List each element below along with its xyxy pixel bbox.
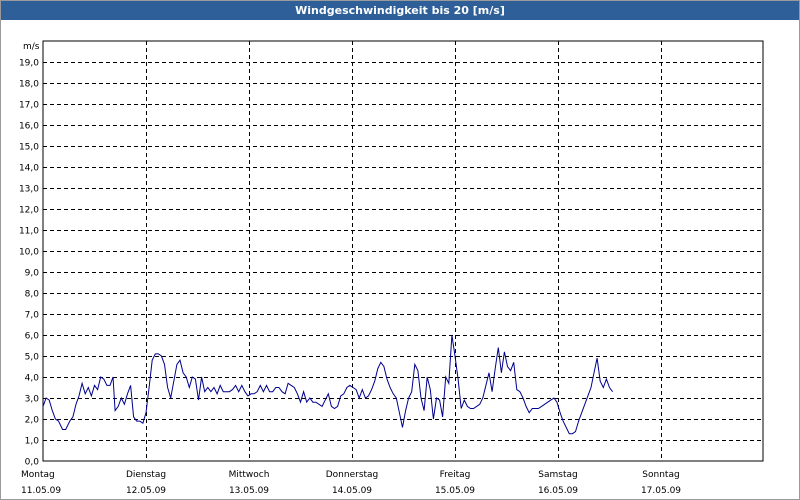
- y-tick-label: 15,0: [19, 143, 39, 153]
- x-tick-label-day: Samstag: [538, 470, 577, 480]
- chart-window: Windgeschwindigkeit bis 20 [m/s] 0,0 1,0 2…: [0, 0, 800, 500]
- x-tick-label-day: Montag: [21, 470, 55, 480]
- y-tick-label: 0,0: [25, 458, 40, 468]
- y-tick-label: 12,0: [19, 206, 39, 216]
- y-tick-label: 17,0: [19, 101, 39, 111]
- series-line-wind-speed: [42, 334, 614, 435]
- x-tick-label-day: Mittwoch: [229, 470, 270, 480]
- y-tick-label: 18,0: [19, 80, 39, 90]
- y-tick-label: 2,0: [25, 416, 40, 426]
- y-tick-label: 19,0: [19, 59, 39, 69]
- x-tick-label-date: 16.05.09: [538, 486, 578, 496]
- y-tick-label: 13,0: [19, 185, 39, 195]
- x-tick-label-date: 14.05.09: [332, 486, 372, 496]
- y-axis-label: m/s: [23, 42, 40, 52]
- y-tick-label: 11,0: [19, 227, 39, 237]
- x-tick-label-day: Freitag: [440, 470, 471, 480]
- y-tick-label: 10,0: [19, 248, 39, 258]
- y-tick-label: 9,0: [25, 269, 40, 279]
- grid: [42, 40, 764, 462]
- x-tick-label-day: Donnerstag: [326, 470, 379, 480]
- y-axis-tick-labels: 0,0 1,0 2,0 3,0 4,0 5,0 6,0 7,0 8,0 9,0 10,0 11,0 12…: [19, 59, 39, 468]
- y-tick-label: 8,0: [25, 290, 40, 300]
- x-tick-label-date: 12.05.09: [126, 486, 166, 496]
- y-tick-label: 6,0: [25, 332, 40, 342]
- y-tick-label: 3,0: [25, 395, 40, 405]
- y-tick-label: 1,0: [25, 437, 40, 447]
- x-tick-label-date: 11.05.09: [21, 486, 61, 496]
- y-tick-label: 7,0: [25, 311, 40, 321]
- y-tick-label: 16,0: [19, 122, 39, 132]
- x-tick-label-date: 13.05.09: [229, 486, 269, 496]
- y-tick-label: 4,0: [25, 374, 40, 384]
- x-tick-label-date: 15.05.09: [435, 486, 475, 496]
- x-tick-label-day: Sonntag: [642, 470, 679, 480]
- series-layer: [42, 334, 614, 435]
- x-axis-tick-labels: Montag 11.05.09 Dienstag 12.05.09 Mittwoch 13…: [21, 470, 681, 496]
- y-tick-label: 14,0: [19, 164, 39, 174]
- x-tick-label-day: Dienstag: [126, 470, 166, 480]
- x-tick-label-date: 17.05.09: [641, 486, 681, 496]
- y-tick-label: 5,0: [25, 353, 40, 363]
- wind-speed-chart: 0,0 1,0 2,0 3,0 4,0 5,0 6,0 7,0 8,0 9,0 10,0 11,0 12…: [19, 40, 764, 496]
